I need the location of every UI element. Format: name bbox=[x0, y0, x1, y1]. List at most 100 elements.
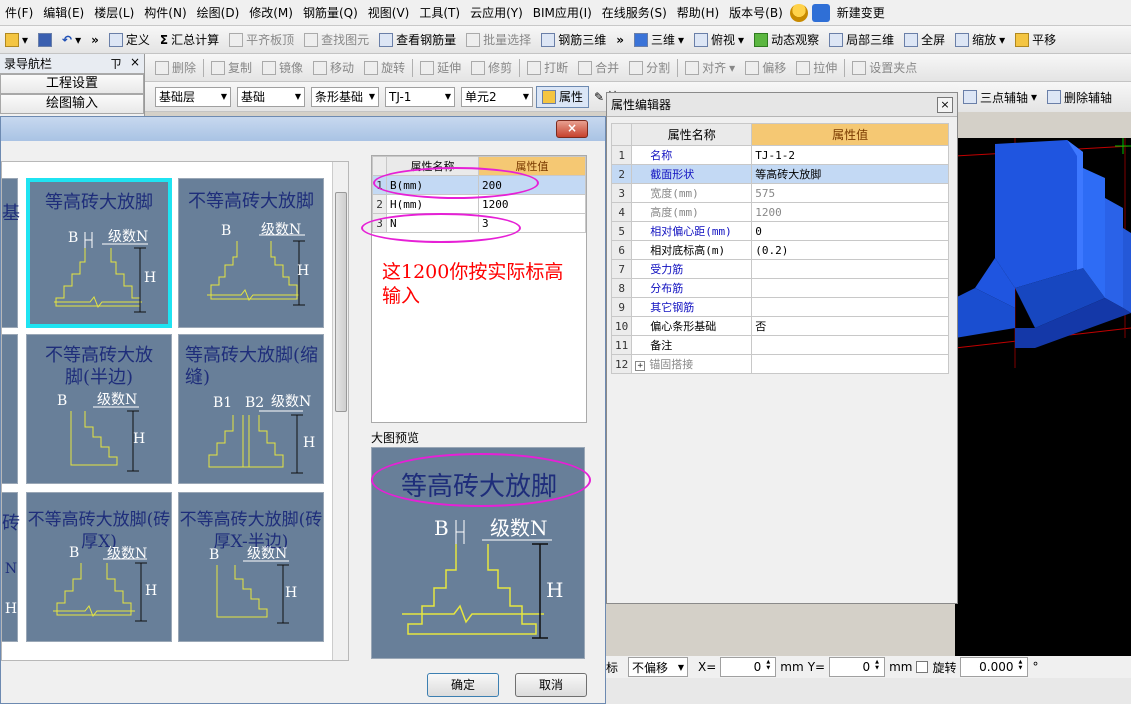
sum-calc-button[interactable]: Σ 汇总计算 bbox=[155, 26, 224, 53]
shape-thumb-partial[interactable]: 基 bbox=[2, 178, 20, 328]
param-row[interactable]: 1 B(mm) 200 bbox=[372, 175, 586, 195]
cancel-button[interactable]: 取消 bbox=[515, 673, 587, 697]
property-row-value[interactable] bbox=[751, 278, 949, 298]
expand-plus-icon[interactable]: + bbox=[635, 361, 646, 371]
menu-tools[interactable]: 工具(T) bbox=[414, 4, 465, 21]
menu-edit[interactable]: 编辑(E) bbox=[38, 4, 89, 21]
move-button[interactable]: 移动 bbox=[308, 54, 359, 81]
align-slab-top-button[interactable]: 平齐板顶 bbox=[224, 26, 299, 53]
property-row-value[interactable]: (0.2) bbox=[751, 240, 949, 260]
y-coordinate-input[interactable]: 0 bbox=[829, 657, 886, 677]
param-row-value[interactable]: 200 bbox=[478, 175, 586, 195]
menu-file[interactable]: 件(F) bbox=[0, 4, 38, 21]
property-row-value[interactable]: 0 bbox=[751, 221, 949, 241]
dynamic-orbit-button[interactable]: 动态观察 bbox=[749, 26, 824, 53]
pan-button[interactable]: 平移 bbox=[1010, 26, 1061, 53]
partial-3d-button[interactable]: 局部三维 bbox=[824, 26, 899, 53]
property-row[interactable]: 5 相对偏心距(mm) 0 bbox=[610, 221, 949, 241]
ok-button[interactable]: 确定 bbox=[427, 673, 499, 697]
menu-floor[interactable]: 楼层(L) bbox=[89, 4, 139, 21]
property-row-value[interactable]: 575 bbox=[751, 183, 949, 203]
shape-thumb-equal-brick-gap[interactable]: 等高砖大放脚(缩缝) B1 B2 级数N H bbox=[178, 334, 324, 484]
property-row[interactable]: 1 名称 TJ-1-2 bbox=[610, 145, 949, 165]
property-button[interactable]: 属性 bbox=[536, 85, 590, 108]
type-select[interactable]: 条形基础 ▼ bbox=[311, 86, 379, 107]
top-view-button[interactable]: 俯视 ▾ bbox=[689, 26, 749, 53]
category-select[interactable]: 基础 ▼ bbox=[237, 86, 305, 107]
rotate-button[interactable]: 旋转 bbox=[359, 54, 410, 81]
menu-modify[interactable]: 修改(M) bbox=[244, 4, 298, 21]
property-row[interactable]: 6 相对底标高(m) (0.2) bbox=[610, 240, 949, 260]
property-row-value[interactable] bbox=[751, 259, 949, 279]
shape-thumb-partial[interactable] bbox=[2, 334, 18, 484]
property-row-value[interactable] bbox=[751, 335, 949, 355]
property-row-value[interactable]: 1200 bbox=[751, 202, 949, 222]
property-row-value[interactable]: 否 bbox=[751, 316, 949, 336]
break-button[interactable]: 打断 bbox=[522, 54, 573, 81]
property-row[interactable]: 9 其它钢筋 bbox=[610, 297, 949, 317]
property-row-value[interactable] bbox=[751, 354, 949, 374]
menu-rebar-quantity[interactable]: 钢筋量(Q) bbox=[298, 4, 363, 21]
delete-button[interactable]: 删除 bbox=[150, 54, 201, 81]
menu-draw[interactable]: 绘图(D) bbox=[192, 4, 245, 21]
menu-online-service[interactable]: 在线服务(S) bbox=[597, 4, 672, 21]
merge-button[interactable]: 合并 bbox=[573, 54, 624, 81]
zoom-button[interactable]: 缩放 ▾ bbox=[950, 26, 1010, 53]
param-row[interactable]: 2 H(mm) 1200 bbox=[372, 194, 586, 214]
shape-thumb-partial[interactable]: 砖 N H bbox=[2, 492, 20, 642]
property-row[interactable]: 8 分布筋 bbox=[610, 278, 949, 298]
param-row-value[interactable]: 3 bbox=[478, 213, 586, 233]
property-row[interactable]: 3 宽度(mm) 575 bbox=[610, 183, 949, 203]
dialog-close-button[interactable]: × bbox=[556, 120, 588, 138]
menu-bim[interactable]: BIM应用(I) bbox=[528, 4, 597, 21]
property-row-value[interactable]: TJ-1-2 bbox=[751, 145, 949, 165]
project-settings-button[interactable]: 工程设置 bbox=[0, 74, 144, 94]
extend-button[interactable]: 延伸 bbox=[415, 54, 466, 81]
menu-cloud[interactable]: 云应用(Y) bbox=[465, 4, 528, 21]
offset-select[interactable]: 不偏移 ▼ bbox=[628, 657, 689, 677]
floor-select[interactable]: 基础层 ▼ bbox=[155, 86, 231, 107]
stretch-button[interactable]: 拉伸 bbox=[791, 54, 842, 81]
property-row-value[interactable] bbox=[751, 297, 949, 317]
set-grip-button[interactable]: 设置夹点 bbox=[847, 54, 922, 81]
view-rebar-button[interactable]: 查看钢筋量 bbox=[374, 26, 461, 53]
pin-icon[interactable]: ㄗ bbox=[110, 55, 122, 72]
change-icon[interactable] bbox=[811, 3, 830, 22]
property-row[interactable]: 11 备注 bbox=[610, 335, 949, 355]
shape-thumb-unequal-brick-half[interactable]: 不等高砖大放脚(半边) B 级数N H bbox=[26, 334, 172, 484]
menu-view[interactable]: 视图(V) bbox=[363, 4, 415, 21]
shape-thumb-unequal-brick[interactable]: 不等高砖大放脚 B 级数N H bbox=[178, 178, 324, 328]
align-button[interactable]: 对齐 ▾ bbox=[680, 54, 740, 81]
three-point-axis-button[interactable]: 三点辅轴 ▾ bbox=[958, 82, 1042, 112]
property-row[interactable]: 4 高度(mm) 1200 bbox=[610, 202, 949, 222]
trim-button[interactable]: 修剪 bbox=[466, 54, 517, 81]
batch-select-button[interactable]: 批量选择 bbox=[461, 26, 536, 53]
rebar-3d-button[interactable]: 钢筋三维 bbox=[536, 26, 611, 53]
shape-thumb-equal-brick[interactable]: 等高砖大放脚 B 级数N H bbox=[26, 178, 172, 328]
fullscreen-button[interactable]: 全屏 bbox=[899, 26, 950, 53]
overflow-chevron-icon[interactable]: » bbox=[86, 26, 104, 53]
menu-help[interactable]: 帮助(H) bbox=[672, 4, 724, 21]
unit-select[interactable]: 单元2 ▼ bbox=[461, 86, 533, 107]
open-button[interactable]: ▾ bbox=[0, 26, 33, 53]
property-row[interactable]: 10 偏心条形基础否 bbox=[610, 316, 949, 336]
split-button[interactable]: 分割 bbox=[624, 54, 675, 81]
shape-thumb-unequal-brick-x[interactable]: 不等高砖大放脚(砖厚X) B 级数N H bbox=[26, 492, 172, 642]
new-change-button[interactable]: 新建变更 bbox=[832, 4, 890, 21]
property-row[interactable]: 7 受力筋 bbox=[610, 259, 949, 279]
save-button[interactable] bbox=[33, 26, 57, 53]
property-row[interactable]: 2 截面形状 等高砖大放脚 bbox=[610, 164, 949, 184]
drawing-input-button[interactable]: 绘图输入 bbox=[0, 94, 144, 114]
3d-viewport[interactable] bbox=[954, 138, 1131, 658]
define-button[interactable]: 定义 bbox=[104, 26, 155, 53]
menu-component[interactable]: 构件(N) bbox=[139, 4, 191, 21]
overflow-chevron-icon[interactable]: » bbox=[611, 26, 629, 53]
find-element-button[interactable]: 查找图元 bbox=[299, 26, 374, 53]
mirror-button[interactable]: 镜像 bbox=[257, 54, 308, 81]
param-row[interactable]: 3 N 3 bbox=[372, 213, 586, 233]
delete-axis-button[interactable]: 删除辅轴 bbox=[1042, 82, 1117, 112]
3d-view-button[interactable]: 三维 ▾ bbox=[629, 26, 689, 53]
property-row[interactable]: 12 + 锚固搭接 bbox=[610, 354, 949, 374]
property-row-value[interactable]: 等高砖大放脚 bbox=[751, 164, 949, 184]
copy-button[interactable]: 复制 bbox=[206, 54, 257, 81]
